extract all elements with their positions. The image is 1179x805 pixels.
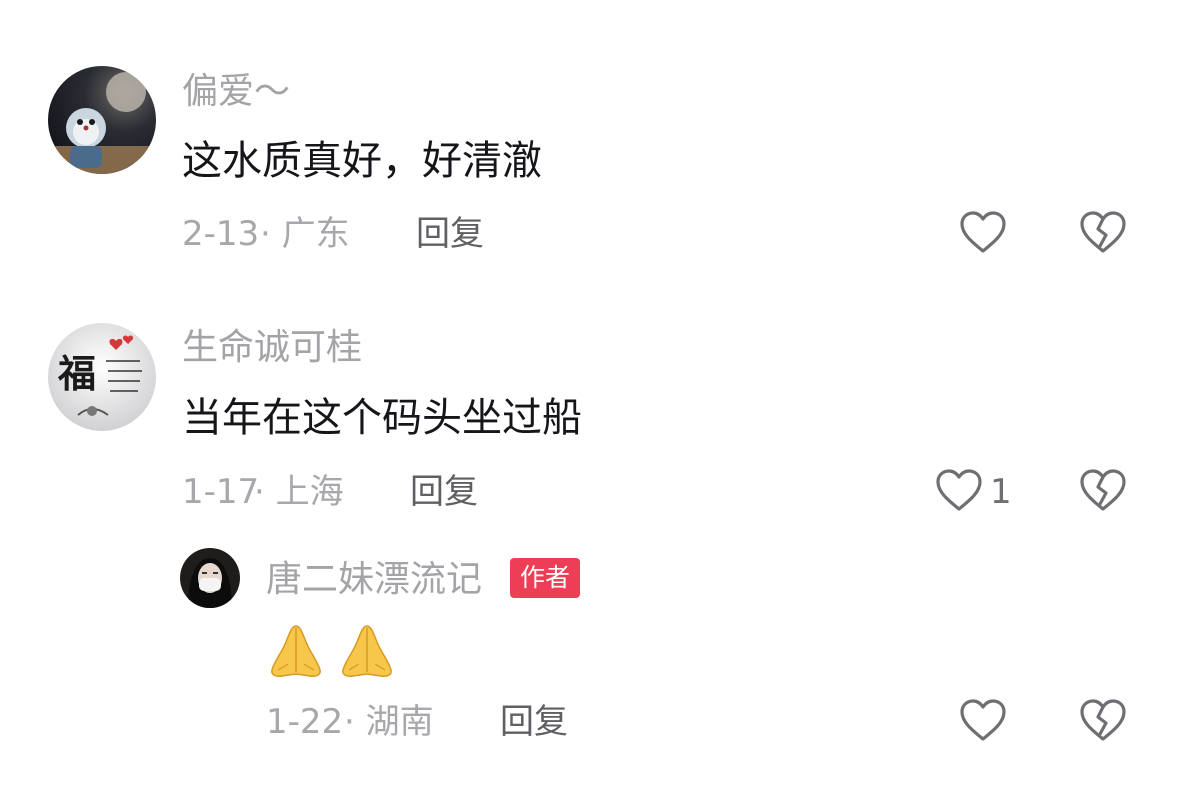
reply-text <box>266 620 403 684</box>
comment-region: · 上海 <box>254 472 344 512</box>
comment-text: 这水质真好，好清澈 <box>182 138 542 184</box>
like-icon[interactable] <box>934 466 984 516</box>
dislike-icon[interactable] <box>1078 466 1128 516</box>
folded-hands-emoji <box>342 625 392 677</box>
reply-date: 1-22 <box>266 702 344 742</box>
avatar[interactable]: 福 <box>48 323 156 431</box>
avatar[interactable] <box>48 66 156 174</box>
comment-username[interactable]: 生命诚可桂 <box>182 326 362 370</box>
reply-button[interactable]: 回复 <box>416 212 484 256</box>
reply-region: · 湖南 <box>344 702 434 742</box>
reply-button[interactable]: 回复 <box>500 700 568 744</box>
like-count: 1 <box>990 472 1012 512</box>
comment-date: 1-17 <box>182 472 260 512</box>
like-icon[interactable] <box>958 696 1008 746</box>
comment-date: 2-13 <box>182 214 260 254</box>
folded-hands-emoji <box>271 625 321 677</box>
comment-region: · 广东 <box>260 214 350 254</box>
dislike-icon[interactable] <box>1078 696 1128 746</box>
comment-text: 当年在这个码头坐过船 <box>182 395 582 441</box>
author-badge: 作者 <box>510 558 581 598</box>
comment-username[interactable]: 偏爱～ <box>182 70 290 114</box>
reply-username[interactable]: 唐二妹漂流记 <box>266 558 482 602</box>
like-icon[interactable] <box>958 208 1008 258</box>
dislike-icon[interactable] <box>1078 208 1128 258</box>
comment-list: 偏爱～ 这水质真好，好清澈 2-13 · 广东 回复 福 生命诚可桂 当年在这个… <box>0 0 1179 805</box>
avatar[interactable] <box>180 548 240 608</box>
avatar-text: 福 <box>57 351 96 396</box>
reply-button[interactable]: 回复 <box>410 470 478 514</box>
